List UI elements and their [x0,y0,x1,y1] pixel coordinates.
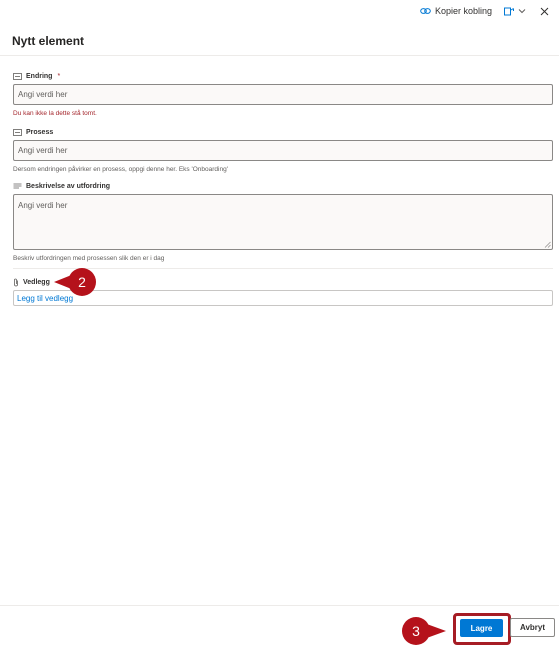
multiline-text-icon [13,183,22,188]
beskrivelse-placeholder: Angi verdi her [18,201,68,210]
prosess-placeholder: Angi verdi her [18,146,68,155]
panel-title: Nytt element [12,34,85,48]
field-prosess: Prosess Angi verdi her Dersom endringen … [13,127,553,173]
text-field-icon [13,128,22,136]
step-callout-2: 2 [54,268,96,296]
vedlegg-label: Vedlegg [23,278,50,286]
field-beskrivelse: Beskrivelse av utfordring Angi verdi her… [13,181,553,262]
copy-link-label: Kopier kobling [434,6,492,16]
resize-grip-icon[interactable] [544,241,551,248]
endring-placeholder: Angi verdi her [18,90,68,99]
copy-link-button[interactable]: Kopier kobling [420,6,492,16]
title-divider [0,55,559,56]
chevron-down-icon[interactable] [518,8,526,14]
prosess-label: Prosess [26,128,54,136]
callout-number: 2 [68,268,96,296]
link-icon [420,8,431,14]
text-field-icon [13,72,22,80]
prosess-input[interactable]: Angi verdi her [13,140,553,161]
footer-divider [0,605,559,606]
beskrivelse-label: Beskrivelse av utfordring [26,182,111,190]
step-callout-3: 3 [402,617,446,645]
save-button[interactable]: Lagre [460,619,503,637]
endring-error-message: Du kan ikke la dette stå tomt. [13,110,97,117]
required-marker: * [57,72,61,80]
beskrivelse-help-text: Beskriv utfordringen med prosessen slik … [13,255,165,262]
endring-input[interactable]: Angi verdi her [13,84,553,105]
prosess-help-text: Dersom endringen påvirker en prosess, op… [13,166,228,173]
callout-number: 3 [402,617,430,645]
paperclip-icon [14,278,18,286]
endring-label: Endring [26,72,53,80]
panel-command-bar: Kopier kobling [0,0,559,22]
open-in-icon[interactable] [504,7,514,16]
field-endring: Endring * Angi verdi her Du kan ikke la … [13,71,553,117]
beskrivelse-textarea[interactable]: Angi verdi her [13,194,553,250]
close-icon[interactable] [540,7,549,16]
cancel-button[interactable]: Avbryt [510,618,555,637]
